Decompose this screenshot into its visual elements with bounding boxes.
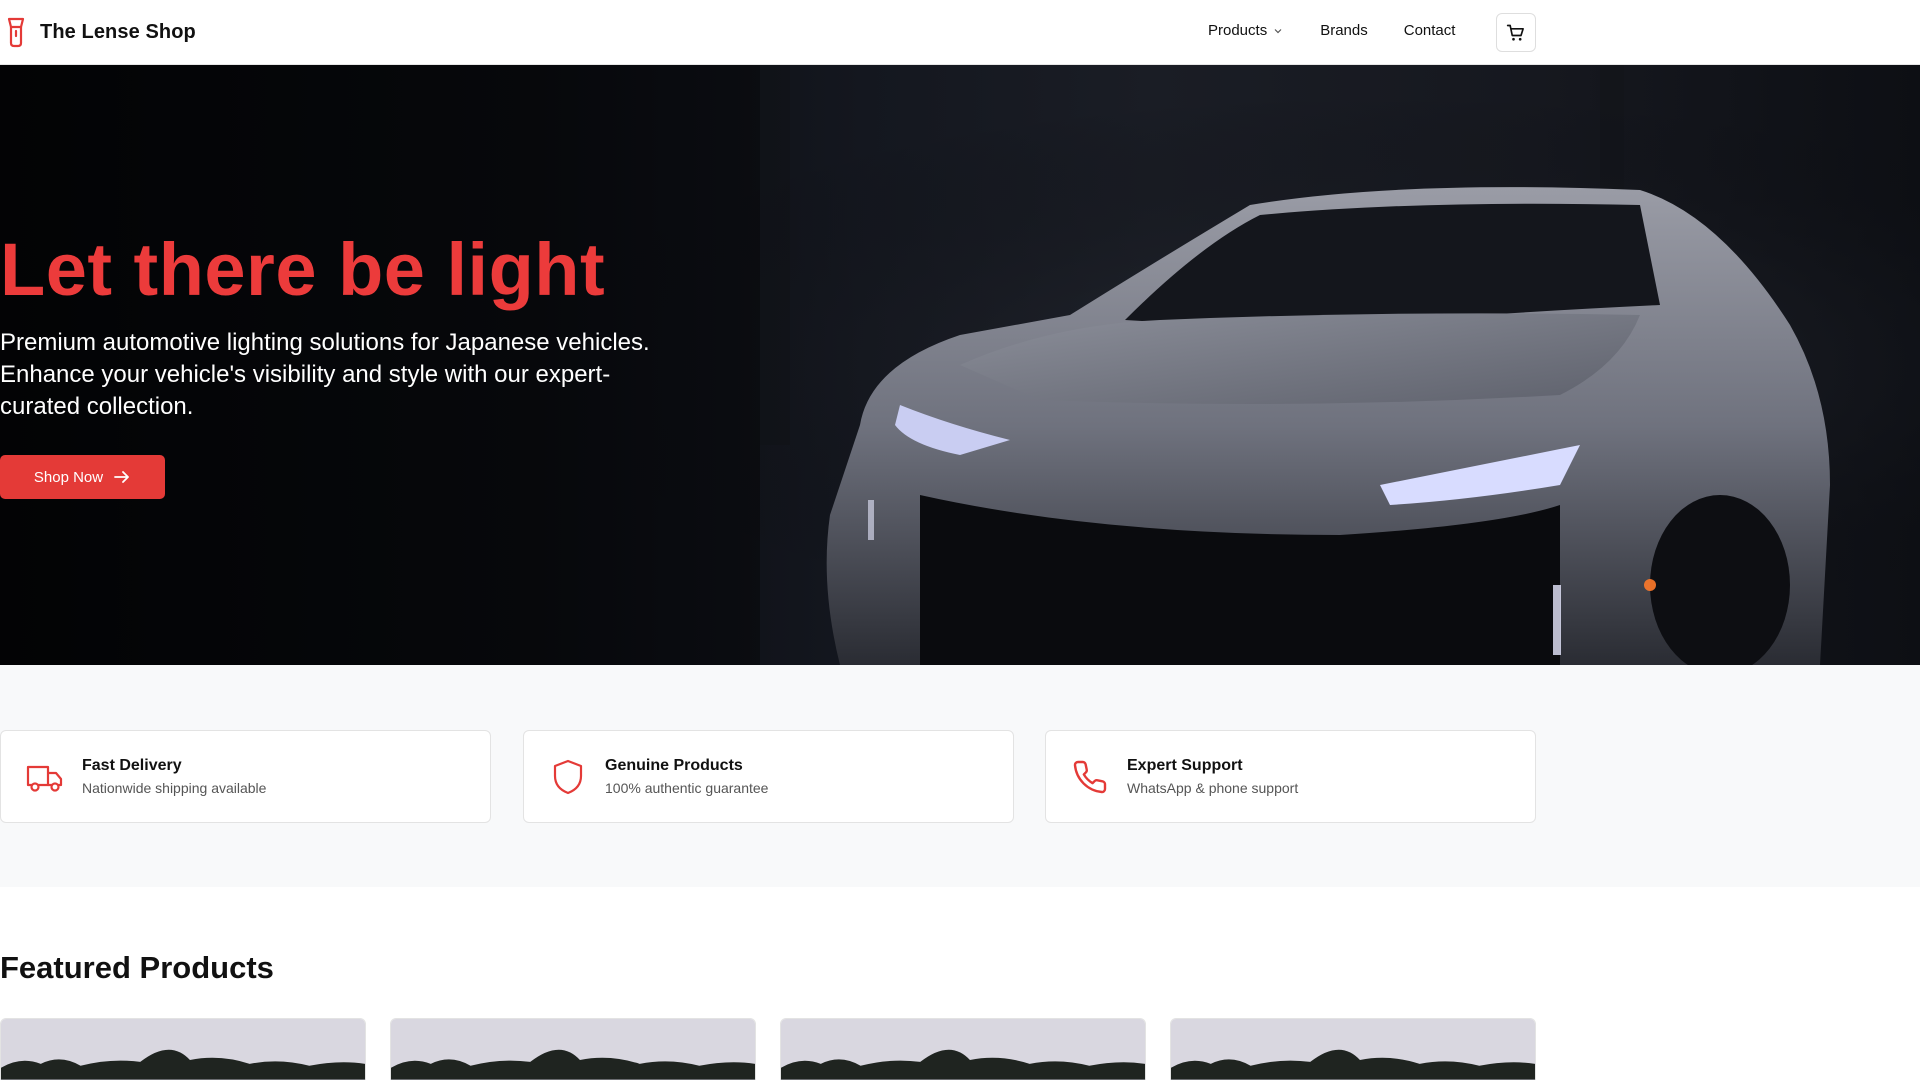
shop-now-button[interactable]: Shop Now xyxy=(0,455,165,499)
headlight-bulb-icon xyxy=(7,17,25,48)
shield-icon xyxy=(548,757,588,797)
main-nav: Products Brands Contact xyxy=(1208,22,1455,39)
product-card[interactable] xyxy=(780,1018,1146,1080)
product-card[interactable] xyxy=(1170,1018,1536,1080)
nav-contact-label: Contact xyxy=(1403,22,1456,39)
cart-icon xyxy=(1506,24,1524,41)
nav-brands[interactable]: Brands xyxy=(1320,22,1368,39)
featured-products-heading: Featured Products xyxy=(0,950,274,985)
feature-card-delivery: Fast Delivery Nationwide shipping availa… xyxy=(0,730,491,823)
feature-title: Expert Support xyxy=(1127,757,1243,774)
chevron-down-icon xyxy=(1274,28,1282,33)
feature-card-genuine: Genuine Products 100% authentic guarante… xyxy=(523,730,1014,823)
feature-desc: WhatsApp & phone support xyxy=(1127,780,1299,796)
site-header: The Lense Shop Products Brands Contact xyxy=(0,0,1920,65)
feature-desc: 100% authentic guarantee xyxy=(605,780,769,796)
phone-icon xyxy=(1070,757,1110,797)
arrow-right-icon xyxy=(114,471,130,483)
nav-products-label: Products xyxy=(1208,22,1268,39)
feature-card-support: Expert Support WhatsApp & phone support xyxy=(1045,730,1536,823)
product-image xyxy=(1171,1019,1535,1080)
product-image xyxy=(781,1019,1145,1080)
features-section: Fast Delivery Nationwide shipping availa… xyxy=(0,665,1920,887)
nav-contact[interactable]: Contact xyxy=(1404,22,1456,39)
feature-desc: Nationwide shipping available xyxy=(82,780,267,796)
nav-products[interactable]: Products xyxy=(1208,22,1283,39)
hero-section: Let there be light Premium automotive li… xyxy=(0,65,1920,665)
brand-name: The Lense Shop xyxy=(40,20,196,43)
hero-title: Let there be light xyxy=(0,228,606,311)
feature-title: Genuine Products xyxy=(605,757,743,774)
product-card[interactable] xyxy=(390,1018,756,1080)
hero-subtitle: Premium automotive lighting solutions fo… xyxy=(0,329,650,420)
product-image xyxy=(1,1019,365,1080)
nav-brands-label: Brands xyxy=(1320,22,1368,39)
cart-button[interactable] xyxy=(1496,13,1536,52)
product-image xyxy=(391,1019,755,1080)
product-card[interactable] xyxy=(0,1018,366,1080)
truck-icon xyxy=(25,757,65,797)
brand-logo[interactable]: The Lense Shop xyxy=(6,16,196,48)
shop-now-label: Shop Now xyxy=(33,468,104,486)
feature-title: Fast Delivery xyxy=(82,757,182,774)
